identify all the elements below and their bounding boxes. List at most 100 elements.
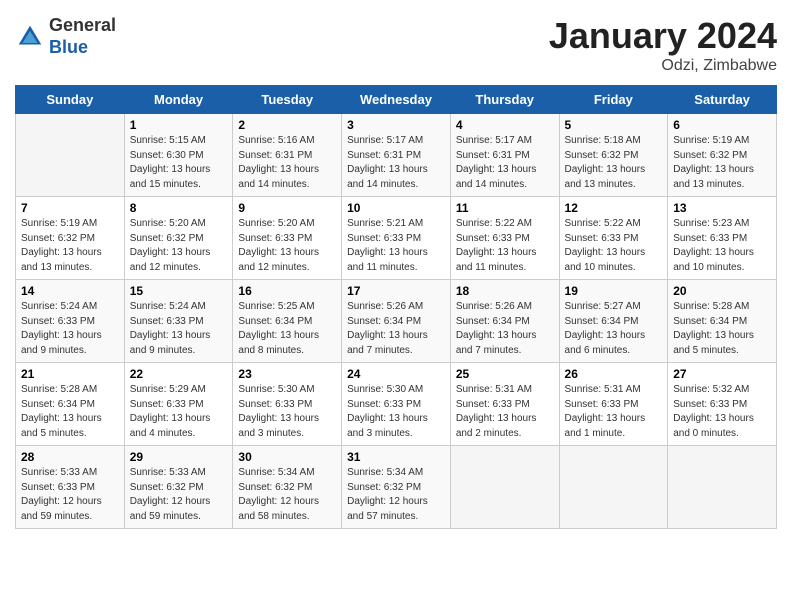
day-info: Sunrise: 5:25 AM Sunset: 6:34 PM Dayligh… bbox=[238, 300, 336, 358]
calendar-day-cell: 11Sunrise: 5:22 AM Sunset: 6:33 PM Dayli… bbox=[450, 197, 559, 280]
calendar-day-cell: 5Sunrise: 5:18 AM Sunset: 6:32 PM Daylig… bbox=[559, 114, 668, 197]
day-number: 13 bbox=[673, 201, 771, 215]
day-number: 20 bbox=[673, 284, 771, 298]
page-header: General Blue January 2024 Odzi, Zimbabwe bbox=[15, 15, 777, 75]
day-info: Sunrise: 5:31 AM Sunset: 6:33 PM Dayligh… bbox=[456, 383, 554, 441]
day-number: 10 bbox=[347, 201, 445, 215]
day-number: 8 bbox=[130, 201, 228, 215]
day-info: Sunrise: 5:32 AM Sunset: 6:33 PM Dayligh… bbox=[673, 383, 771, 441]
location-subtitle: Odzi, Zimbabwe bbox=[549, 57, 777, 75]
day-info: Sunrise: 5:24 AM Sunset: 6:33 PM Dayligh… bbox=[130, 300, 228, 358]
calendar-week-row: 21Sunrise: 5:28 AM Sunset: 6:34 PM Dayli… bbox=[16, 363, 777, 446]
day-number: 31 bbox=[347, 450, 445, 464]
day-info: Sunrise: 5:34 AM Sunset: 6:32 PM Dayligh… bbox=[238, 466, 336, 524]
calendar-day-cell: 22 Sunrise: 5:29 AM Sunset: 6:33 PM Dayli… bbox=[124, 363, 233, 446]
day-number: 27 bbox=[673, 367, 771, 381]
day-header: Sunday bbox=[16, 86, 125, 114]
calendar-day-cell: 3 Sunrise: 5:17 AM Sunset: 6:31 PM Daylig… bbox=[342, 114, 451, 197]
calendar-day-cell: 8 Sunrise: 5:20 AM Sunset: 6:32 PM Daylig… bbox=[124, 197, 233, 280]
day-info: Sunrise: 5:20 AM Sunset: 6:32 PM Dayligh… bbox=[130, 217, 228, 275]
calendar-day-cell: 1 Sunrise: 5:15 AM Sunset: 6:30 PM Daylig… bbox=[124, 114, 233, 197]
day-info: Sunrise: 5:30 AM Sunset: 6:33 PM Dayligh… bbox=[238, 383, 336, 441]
calendar-day-cell bbox=[16, 114, 125, 197]
day-header: Tuesday bbox=[233, 86, 342, 114]
day-info: Sunrise: 5:31 AM Sunset: 6:33 PM Dayligh… bbox=[565, 383, 663, 441]
day-info: Sunrise: 5:21 AM Sunset: 6:33 PM Dayligh… bbox=[347, 217, 445, 275]
title-block: January 2024 Odzi, Zimbabwe bbox=[549, 15, 777, 75]
day-info: Sunrise: 5:20 AM Sunset: 6:33 PM Dayligh… bbox=[238, 217, 336, 275]
day-info: Sunrise: 5:33 AM Sunset: 6:32 PM Dayligh… bbox=[130, 466, 228, 524]
day-number: 28 bbox=[21, 450, 119, 464]
day-number: 24 bbox=[347, 367, 445, 381]
calendar-day-cell: 27 Sunrise: 5:32 AM Sunset: 6:33 PM Dayli… bbox=[668, 363, 777, 446]
day-header: Thursday bbox=[450, 86, 559, 114]
month-title: January 2024 bbox=[549, 15, 777, 57]
day-number: 3 bbox=[347, 118, 445, 132]
day-number: 17 bbox=[347, 284, 445, 298]
calendar-day-cell: 18 Sunrise: 5:26 AM Sunset: 6:34 PM Dayli… bbox=[450, 280, 559, 363]
day-info: Sunrise: 5:22 AM Sunset: 6:33 PM Dayligh… bbox=[565, 217, 663, 275]
day-header: Friday bbox=[559, 86, 668, 114]
calendar-week-row: 7 Sunrise: 5:19 AM Sunset: 6:32 PM Daylig… bbox=[16, 197, 777, 280]
day-info: Sunrise: 5:22 AM Sunset: 6:33 PM Dayligh… bbox=[456, 217, 554, 275]
day-info: Sunrise: 5:23 AM Sunset: 6:33 PM Dayligh… bbox=[673, 217, 771, 275]
calendar-header: SundayMondayTuesdayWednesdayThursdayFrid… bbox=[16, 86, 777, 114]
day-number: 6 bbox=[673, 118, 771, 132]
calendar-day-cell: 19Sunrise: 5:27 AM Sunset: 6:34 PM Dayli… bbox=[559, 280, 668, 363]
day-number: 21 bbox=[21, 367, 119, 381]
day-number: 23 bbox=[238, 367, 336, 381]
calendar-day-cell: 2Sunrise: 5:16 AM Sunset: 6:31 PM Daylig… bbox=[233, 114, 342, 197]
calendar-table: SundayMondayTuesdayWednesdayThursdayFrid… bbox=[15, 85, 777, 529]
calendar-day-cell: 12 Sunrise: 5:22 AM Sunset: 6:33 PM Dayli… bbox=[559, 197, 668, 280]
day-info: Sunrise: 5:33 AM Sunset: 6:33 PM Dayligh… bbox=[21, 466, 119, 524]
calendar-day-cell: 14Sunrise: 5:24 AM Sunset: 6:33 PM Dayli… bbox=[16, 280, 125, 363]
calendar-day-cell: 31 Sunrise: 5:34 AM Sunset: 6:32 PM Dayli… bbox=[342, 446, 451, 529]
day-number: 19 bbox=[565, 284, 663, 298]
calendar-day-cell: 10 Sunrise: 5:21 AM Sunset: 6:33 PM Dayli… bbox=[342, 197, 451, 280]
day-info: Sunrise: 5:28 AM Sunset: 6:34 PM Dayligh… bbox=[673, 300, 771, 358]
logo-blue: Blue bbox=[49, 37, 88, 57]
day-number: 18 bbox=[456, 284, 554, 298]
day-info: Sunrise: 5:29 AM Sunset: 6:33 PM Dayligh… bbox=[130, 383, 228, 441]
day-number: 7 bbox=[21, 201, 119, 215]
calendar-day-cell: 21Sunrise: 5:28 AM Sunset: 6:34 PM Dayli… bbox=[16, 363, 125, 446]
calendar-day-cell: 16 Sunrise: 5:25 AM Sunset: 6:34 PM Dayli… bbox=[233, 280, 342, 363]
day-number: 22 bbox=[130, 367, 228, 381]
day-info: Sunrise: 5:26 AM Sunset: 6:34 PM Dayligh… bbox=[456, 300, 554, 358]
day-info: Sunrise: 5:19 AM Sunset: 6:32 PM Dayligh… bbox=[673, 134, 771, 192]
calendar-day-cell bbox=[668, 446, 777, 529]
calendar-day-cell: 4Sunrise: 5:17 AM Sunset: 6:31 PM Daylig… bbox=[450, 114, 559, 197]
day-number: 1 bbox=[130, 118, 228, 132]
day-number: 9 bbox=[238, 201, 336, 215]
calendar-day-cell: 24Sunrise: 5:30 AM Sunset: 6:33 PM Dayli… bbox=[342, 363, 451, 446]
calendar-day-cell: 30 Sunrise: 5:34 AM Sunset: 6:32 PM Dayli… bbox=[233, 446, 342, 529]
day-info: Sunrise: 5:34 AM Sunset: 6:32 PM Dayligh… bbox=[347, 466, 445, 524]
calendar-day-cell bbox=[450, 446, 559, 529]
header-row: SundayMondayTuesdayWednesdayThursdayFrid… bbox=[16, 86, 777, 114]
day-number: 29 bbox=[130, 450, 228, 464]
calendar-day-cell: 23 Sunrise: 5:30 AM Sunset: 6:33 PM Dayli… bbox=[233, 363, 342, 446]
calendar-day-cell: 7 Sunrise: 5:19 AM Sunset: 6:32 PM Daylig… bbox=[16, 197, 125, 280]
calendar-day-cell: 20 Sunrise: 5:28 AM Sunset: 6:34 PM Dayli… bbox=[668, 280, 777, 363]
day-info: Sunrise: 5:26 AM Sunset: 6:34 PM Dayligh… bbox=[347, 300, 445, 358]
day-info: Sunrise: 5:19 AM Sunset: 6:32 PM Dayligh… bbox=[21, 217, 119, 275]
day-header: Wednesday bbox=[342, 86, 451, 114]
calendar-day-cell: 25 Sunrise: 5:31 AM Sunset: 6:33 PM Dayli… bbox=[450, 363, 559, 446]
calendar-day-cell: 13 Sunrise: 5:23 AM Sunset: 6:33 PM Dayli… bbox=[668, 197, 777, 280]
day-number: 30 bbox=[238, 450, 336, 464]
calendar-body: 1 Sunrise: 5:15 AM Sunset: 6:30 PM Daylig… bbox=[16, 114, 777, 529]
calendar-day-cell: 6 Sunrise: 5:19 AM Sunset: 6:32 PM Daylig… bbox=[668, 114, 777, 197]
calendar-day-cell: 28 Sunrise: 5:33 AM Sunset: 6:33 PM Dayli… bbox=[16, 446, 125, 529]
logo-text: General Blue bbox=[49, 15, 116, 58]
day-number: 12 bbox=[565, 201, 663, 215]
logo: General Blue bbox=[15, 15, 116, 58]
day-info: Sunrise: 5:24 AM Sunset: 6:33 PM Dayligh… bbox=[21, 300, 119, 358]
day-number: 16 bbox=[238, 284, 336, 298]
day-number: 5 bbox=[565, 118, 663, 132]
day-info: Sunrise: 5:17 AM Sunset: 6:31 PM Dayligh… bbox=[347, 134, 445, 192]
logo-general: General bbox=[49, 15, 116, 35]
day-info: Sunrise: 5:15 AM Sunset: 6:30 PM Dayligh… bbox=[130, 134, 228, 192]
day-number: 26 bbox=[565, 367, 663, 381]
day-number: 25 bbox=[456, 367, 554, 381]
calendar-day-cell bbox=[559, 446, 668, 529]
